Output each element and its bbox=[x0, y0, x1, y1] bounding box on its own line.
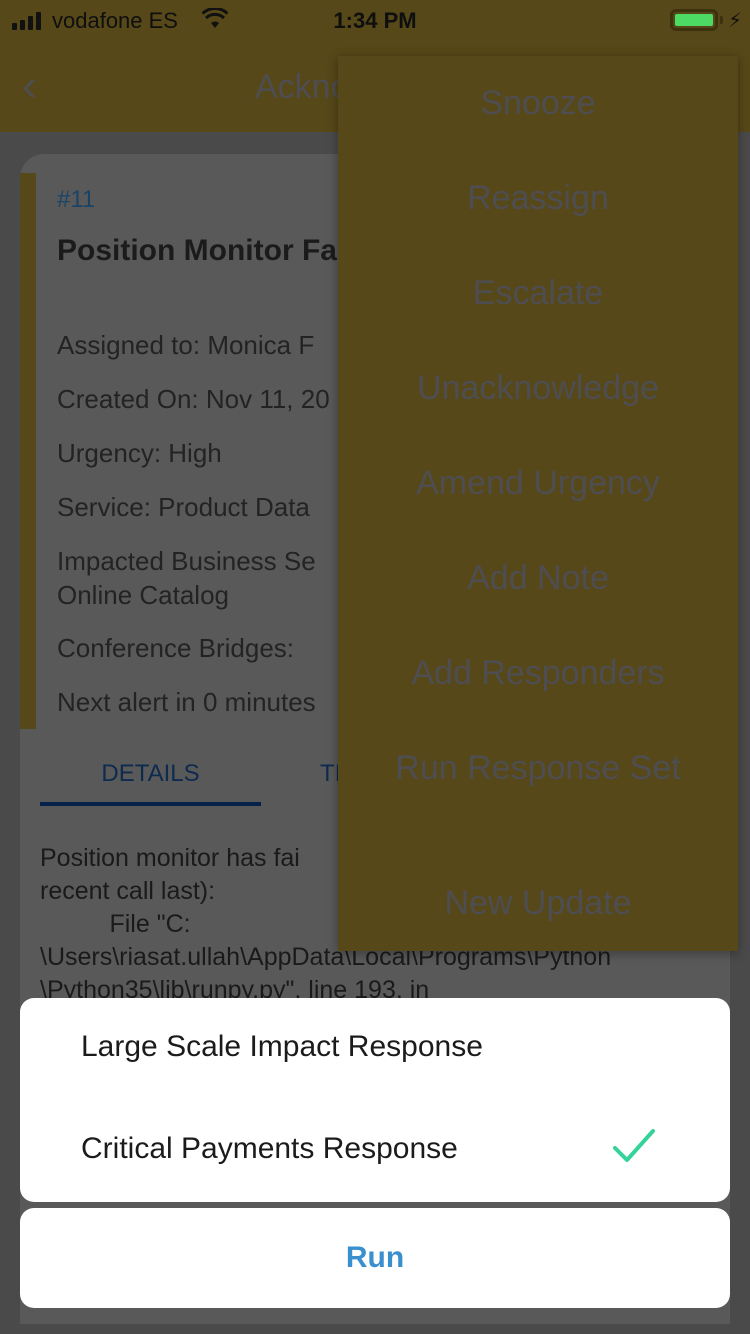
menu-item-unacknowledge[interactable]: Unacknowledge bbox=[338, 369, 738, 408]
menu-item-add-responders[interactable]: Add Responders bbox=[338, 654, 738, 693]
option-large-scale-impact-response[interactable]: Large Scale Impact Response bbox=[81, 1030, 483, 1064]
menu-item-escalate[interactable]: Escalate bbox=[338, 274, 738, 313]
battery-nub bbox=[720, 16, 723, 24]
active-tab-indicator bbox=[40, 802, 261, 806]
run-button[interactable]: Run bbox=[20, 1208, 730, 1308]
response-set-picker: Large Scale Impact Response Critical Pay… bbox=[20, 998, 730, 1202]
actions-menu: Snooze Reassign Escalate Unacknowledge A… bbox=[338, 56, 738, 951]
option-critical-payments-response[interactable]: Critical Payments Response bbox=[81, 1132, 458, 1166]
checkmark-icon bbox=[613, 1129, 655, 1162]
menu-item-amend-urgency[interactable]: Amend Urgency bbox=[338, 464, 738, 503]
incident-number: #11 bbox=[57, 186, 96, 213]
urgency-accent-bar bbox=[20, 173, 36, 729]
tab-details[interactable]: DETAILS bbox=[40, 760, 261, 788]
battery-icon bbox=[670, 9, 718, 31]
menu-item-snooze[interactable]: Snooze bbox=[338, 84, 738, 123]
chevron-left-icon[interactable]: ‹ bbox=[22, 64, 37, 108]
clock: 1:34 PM bbox=[333, 8, 417, 33]
menu-item-new-update[interactable]: New Update bbox=[338, 884, 738, 923]
status-bar: vodafone ES 1:34 PM ⚡︎ bbox=[0, 0, 750, 40]
menu-item-add-note[interactable]: Add Note bbox=[338, 559, 738, 598]
menu-item-reassign[interactable]: Reassign bbox=[338, 179, 738, 218]
charging-bolt-icon: ⚡︎ bbox=[728, 10, 743, 32]
menu-item-run-response-set[interactable]: Run Response Set bbox=[338, 749, 738, 788]
